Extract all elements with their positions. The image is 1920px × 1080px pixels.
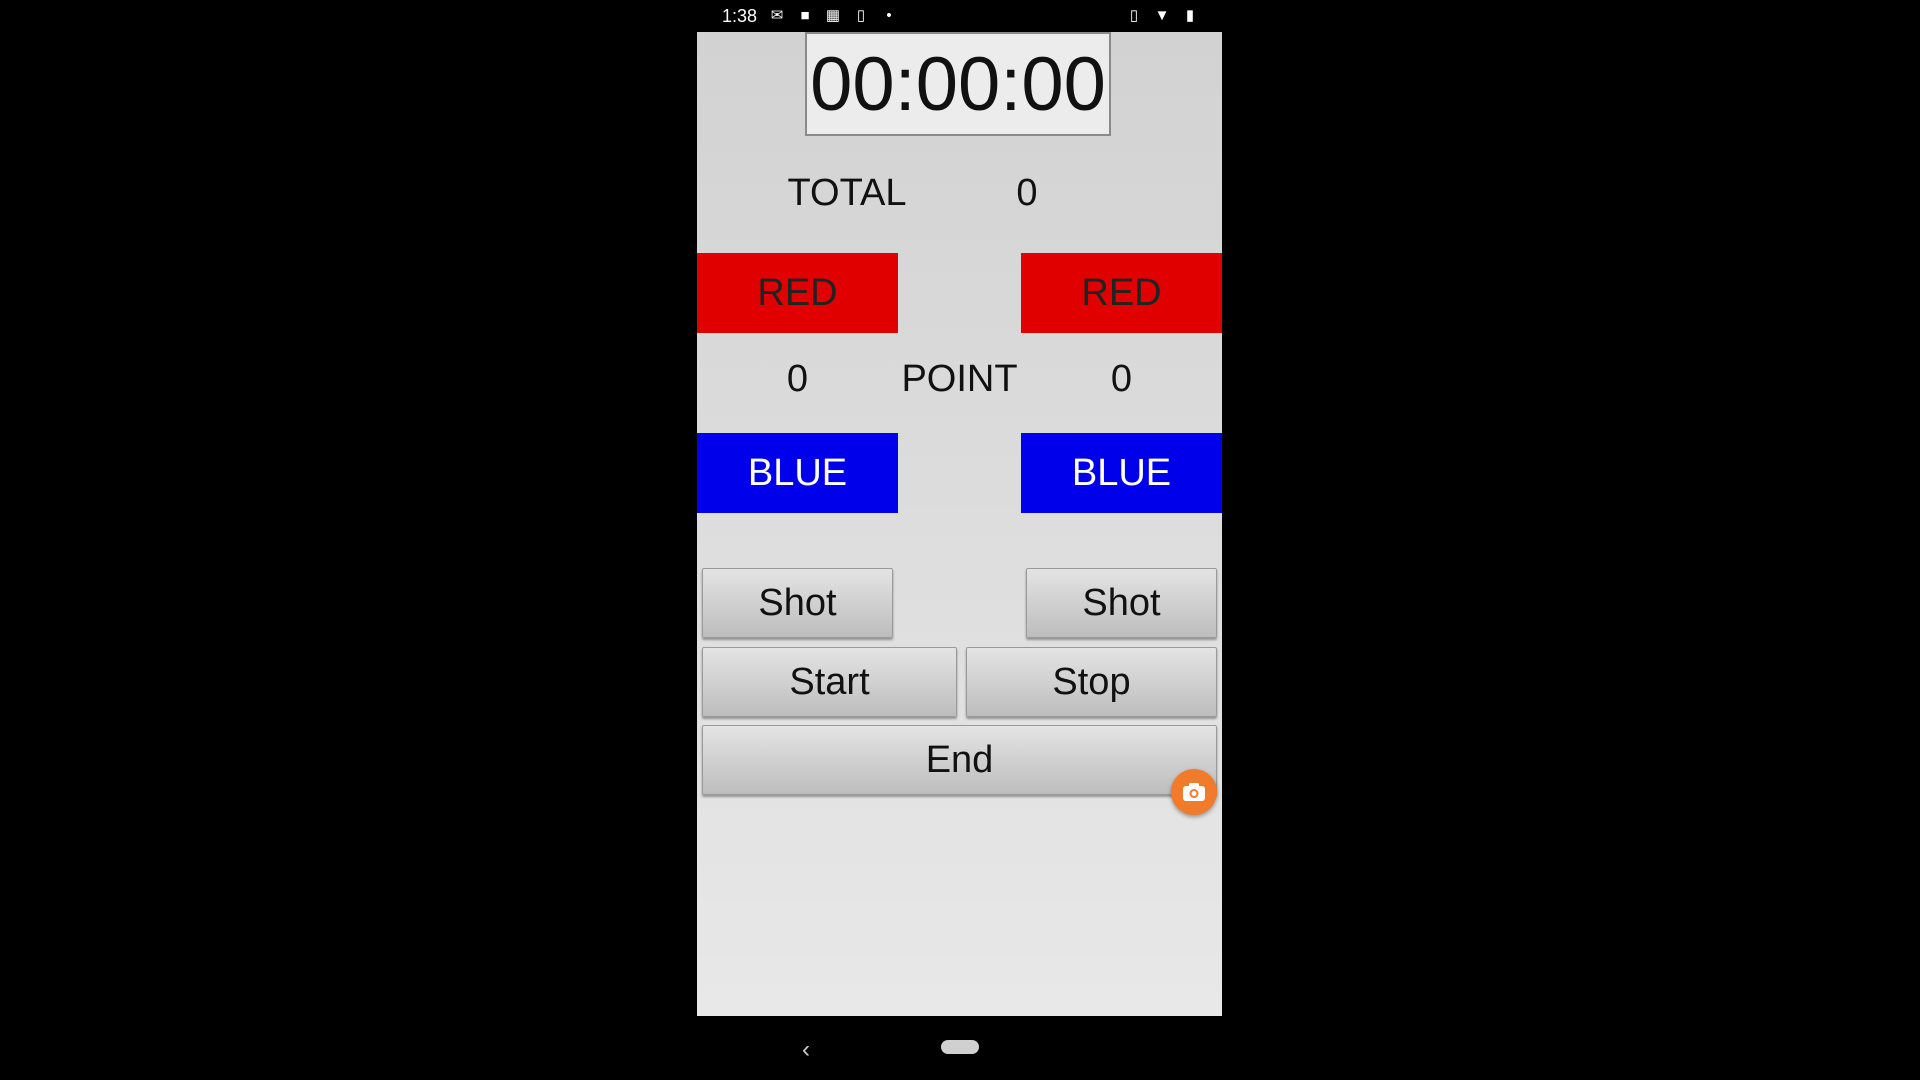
vibrate-icon: ▯ — [1129, 7, 1139, 24]
app-screen: 00:00:00 TOTAL 0 RED RED 0 POINT 0 BLUE … — [697, 32, 1222, 1016]
end-button[interactable]: End — [702, 725, 1217, 795]
navigation-bar: ‹ — [697, 1016, 1222, 1080]
status-time: 1:38 — [722, 6, 758, 26]
status-bar: 1:38 ✉ ■ ▦ ▯ • ▯ ▼ ▮ — [697, 0, 1222, 32]
gmail-icon: ✉ — [770, 7, 784, 24]
camera-icon — [1183, 783, 1205, 801]
total-value: 0 — [1016, 172, 1038, 214]
timer-display: 00:00:00 — [805, 32, 1111, 136]
start-button[interactable]: Start — [702, 647, 957, 717]
left-blue-button[interactable]: BLUE — [697, 433, 898, 513]
phone-download-icon: ▯ — [856, 7, 866, 24]
wifi-icon: ▼ — [1154, 7, 1170, 24]
point-label: POINT — [901, 358, 1018, 400]
right-points: 0 — [1110, 358, 1133, 400]
video-camera-icon: ■ — [800, 7, 810, 24]
left-points: 0 — [786, 358, 809, 400]
left-red-button[interactable]: RED — [697, 253, 898, 333]
total-label: TOTAL — [787, 172, 907, 214]
status-icons-left: ✉ ■ ▦ ▯ • — [767, 6, 899, 26]
battery-icon: ▮ — [1185, 7, 1195, 24]
right-blue-button[interactable]: BLUE — [1021, 433, 1222, 513]
right-shot-button[interactable]: Shot — [1026, 568, 1217, 638]
dot-icon: • — [886, 7, 892, 24]
calendar-icon: ▦ — [825, 7, 841, 24]
left-shot-button[interactable]: Shot — [702, 568, 893, 638]
status-icons-right: ▯ ▼ ▮ — [1124, 6, 1200, 26]
right-red-button[interactable]: RED — [1021, 253, 1222, 333]
stop-button[interactable]: Stop — [966, 647, 1217, 717]
back-icon[interactable]: ‹ — [802, 1036, 810, 1064]
screenshot-fab[interactable] — [1171, 769, 1217, 815]
home-pill-icon[interactable] — [941, 1040, 979, 1054]
